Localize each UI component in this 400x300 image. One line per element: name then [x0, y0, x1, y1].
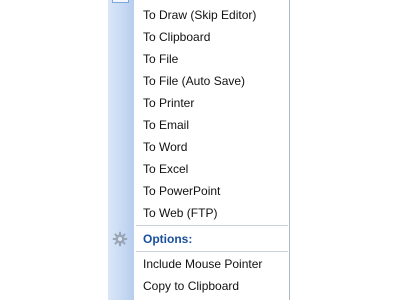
- menu-item-label: To Draw (Skip Editor): [143, 8, 257, 22]
- menu-item-to-clipboard[interactable]: To Clipboard: [108, 26, 289, 48]
- options-header: Options:: [108, 228, 289, 250]
- menu-item-include-mouse-pointer[interactable]: Include Mouse Pointer: [108, 253, 289, 275]
- menu-item-label: To File (Auto Save): [143, 74, 246, 88]
- menu-item-label: To Printer: [143, 96, 195, 110]
- gear-icon: [112, 231, 128, 247]
- menu-item-to-file[interactable]: To File: [108, 48, 289, 70]
- menu-item-label: To Word: [143, 140, 188, 154]
- checkbox-icon: [112, 0, 129, 3]
- menu-item-label: To Excel: [143, 162, 189, 176]
- menu-item-to-draw[interactable]: To Draw (Skip Editor): [108, 4, 289, 26]
- menu-item-to-word[interactable]: To Word: [108, 136, 289, 158]
- menu-item-copy-to-clipboard[interactable]: Copy to Clipboard: [108, 275, 289, 297]
- capture-output-menu: To Draw (Skip Editor) To Clipboard To Fi…: [108, 0, 290, 300]
- menu-separator-highlight: [136, 226, 288, 227]
- menu-item-to-web-ftp[interactable]: To Web (FTP): [108, 202, 289, 224]
- menu-item-to-file-auto-save[interactable]: To File (Auto Save): [108, 70, 289, 92]
- menu-item-to-excel[interactable]: To Excel: [108, 158, 289, 180]
- screen: To Draw (Skip Editor) To Clipboard To Fi…: [0, 0, 400, 300]
- menu-item-label: To Web (FTP): [143, 206, 218, 220]
- menu-item-label: To Email: [143, 118, 190, 132]
- options-header-label: Options:: [143, 232, 193, 246]
- menu-item-label: Include Mouse Pointer: [143, 257, 263, 271]
- menu-item-label: To PowerPoint: [143, 184, 221, 198]
- menu-item-label: To File: [143, 52, 179, 66]
- menu-item-to-email[interactable]: To Email: [108, 114, 289, 136]
- menu-item-label: To Clipboard: [143, 30, 211, 44]
- menu-item-to-printer[interactable]: To Printer: [108, 92, 289, 114]
- menu-item-to-powerpoint[interactable]: To PowerPoint: [108, 180, 289, 202]
- menu-item-label: Copy to Clipboard: [143, 279, 240, 293]
